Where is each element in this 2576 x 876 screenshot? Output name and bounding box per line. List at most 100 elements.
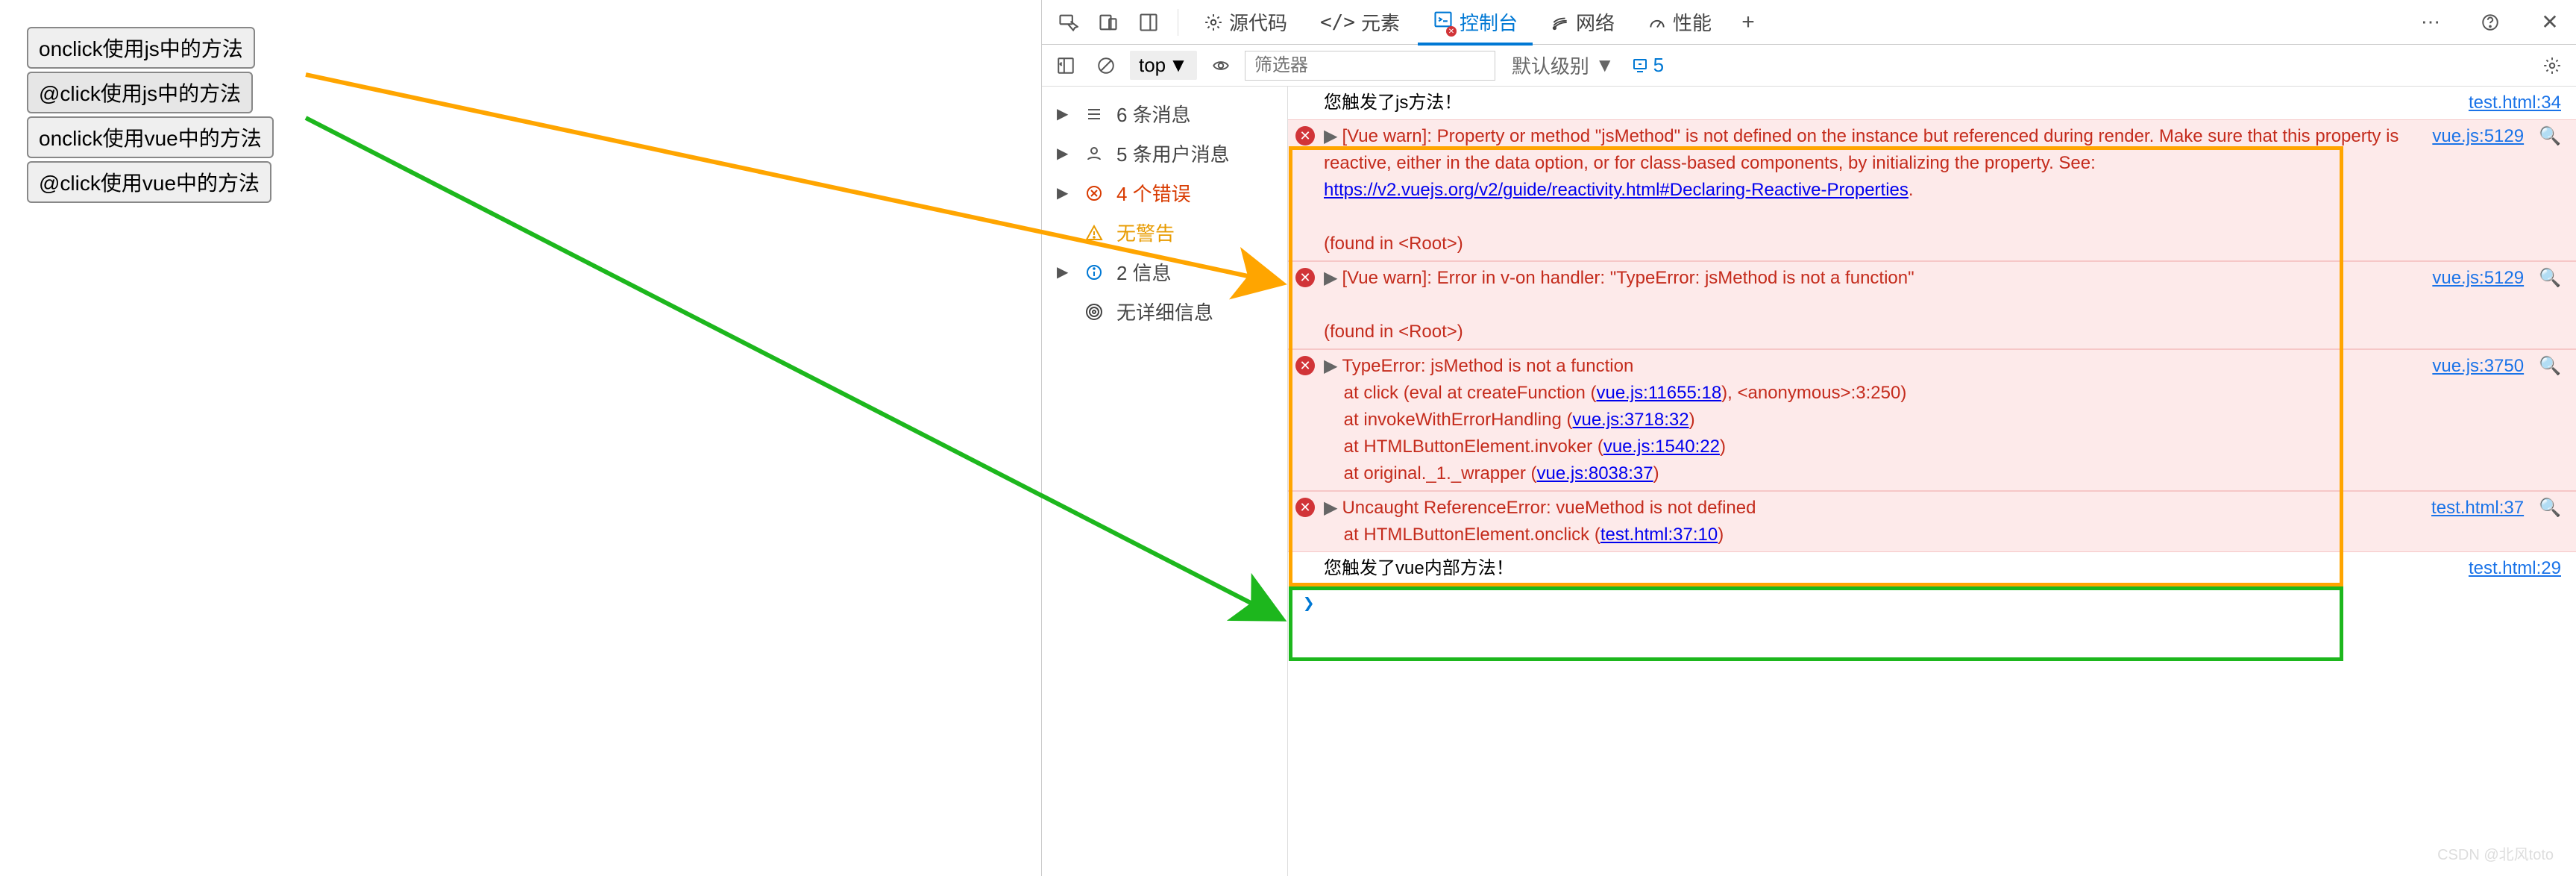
watermark: CSDN @北风toto <box>2437 842 2554 864</box>
context-label: top <box>1139 54 1166 77</box>
log-row-error: ✕ ▶Uncaught ReferenceError: vueMethod is… <box>1288 491 2576 552</box>
error-badge-icon: ✕ <box>1295 356 1315 375</box>
warning-icon <box>1082 224 1106 242</box>
expand-toggle[interactable]: ▶ <box>1324 498 1337 518</box>
log-row: 您触发了js方法！ test.html:34 <box>1288 87 2576 119</box>
issues-count: 5 <box>1653 54 1664 77</box>
stack-link[interactable]: vue.js:11655:18 <box>1596 383 1721 403</box>
log-row-error: ✕ ▶[Vue warn]: Error in v-on handler: "T… <box>1288 261 2576 349</box>
log-message: ▶Uncaught ReferenceError: vueMethod is n… <box>1324 495 2422 548</box>
filter-input[interactable] <box>1245 51 1495 81</box>
console-icon: ✕ <box>1433 9 1454 35</box>
console-filter-bar: top ▼ 默认级别 ▼ 5 <box>1042 45 2576 87</box>
devtools-tabs: 源代码 </> 元素 ✕ 控制台 网络 性能 + ⋯ ✕ <box>1042 0 2576 45</box>
log-message: ▶[Vue warn]: Property or method "jsMetho… <box>1324 123 2423 257</box>
stack-link[interactable]: vue.js:8038:37 <box>1536 463 1653 484</box>
btn-onclick-vue[interactable]: onclick使用vue中的方法 <box>27 116 274 158</box>
verbose-icon <box>1082 303 1106 321</box>
sidebar-errors-label: 4 个错误 <box>1116 179 1191 207</box>
btn-atclick-js[interactable]: @click使用js中的方法 <box>27 72 253 113</box>
log-source-link[interactable]: vue.js:5129 <box>2432 123 2524 150</box>
expand-arrow-icon: ▶ <box>1057 104 1072 123</box>
sidebar-user-label: 5 条用户消息 <box>1116 140 1230 167</box>
log-row-error: ✕ ▶[Vue warn]: Property or method "jsMet… <box>1288 119 2576 261</box>
expand-toggle[interactable]: ▶ <box>1324 268 1337 288</box>
error-badge-icon: ✕ <box>1295 126 1315 146</box>
info-icon <box>1082 263 1106 281</box>
console-settings-icon[interactable] <box>2536 49 2569 82</box>
tab-performance[interactable]: 性能 <box>1633 0 1727 45</box>
sidebar-warnings-label: 无警告 <box>1116 219 1175 246</box>
stack-link[interactable]: test.html:37:10 <box>1600 525 1718 545</box>
btn-atclick-vue[interactable]: @click使用vue中的方法 <box>27 161 271 203</box>
log-row: 您触发了vue内部方法！ test.html:29 <box>1288 552 2576 585</box>
sidebar-info[interactable]: ▶ 2 信息 <box>1042 252 1287 292</box>
tab-sources[interactable]: 源代码 <box>1189 0 1302 45</box>
inspect-icon[interactable] <box>1049 4 1087 41</box>
clear-console-icon[interactable] <box>1090 49 1122 82</box>
expand-arrow-icon: ▶ <box>1057 263 1072 281</box>
stack-link[interactable]: vue.js:3718:32 <box>1572 410 1688 430</box>
tab-elements-label: 元素 <box>1361 8 1400 36</box>
sidebar-messages-label: 6 条消息 <box>1116 100 1191 128</box>
add-tab-icon[interactable]: + <box>1730 4 1767 41</box>
tab-elements[interactable]: </> 元素 <box>1305 0 1415 45</box>
tab-network[interactable]: 网络 <box>1536 0 1630 45</box>
sidebar-toggle-icon[interactable] <box>1049 49 1082 82</box>
log-message: ▶[Vue warn]: Error in v-on handler: "Typ… <box>1324 265 2423 345</box>
sidebar-warnings[interactable]: 无警告 <box>1042 213 1287 252</box>
chevron-down-icon: ▼ <box>1595 54 1615 77</box>
log-message: 您触发了vue内部方法！ <box>1324 555 2460 582</box>
code-icon: </> <box>1320 11 1355 34</box>
stack-link[interactable]: vue.js:1540:22 <box>1603 437 1720 457</box>
doc-link[interactable]: https://v2.vuejs.org/v2/guide/reactivity… <box>1324 180 1909 200</box>
expand-toggle[interactable]: ▶ <box>1324 126 1337 146</box>
console-log-area[interactable]: 您触发了js方法！ test.html:34 ✕ ▶[Vue warn]: Pr… <box>1288 87 2576 876</box>
log-row-error: ✕ ▶TypeError: jsMethod is not a function… <box>1288 349 2576 491</box>
list-icon <box>1082 105 1106 123</box>
more-icon[interactable]: ⋯ <box>2412 4 2449 41</box>
log-source-link[interactable]: test.html:34 <box>2469 90 2561 116</box>
device-toggle-icon[interactable] <box>1090 4 1127 41</box>
log-source-link[interactable]: test.html:37 <box>2431 495 2524 522</box>
tab-network-label: 网络 <box>1576 8 1615 36</box>
user-icon <box>1082 145 1106 163</box>
sidebar-verbose-label: 无详细信息 <box>1116 298 1213 325</box>
chevron-down-icon: ▼ <box>1169 54 1188 77</box>
search-icon[interactable]: 🔍 <box>2539 353 2561 380</box>
tab-performance-label: 性能 <box>1673 8 1712 36</box>
search-icon[interactable]: 🔍 <box>2539 265 2561 292</box>
log-source-link[interactable]: vue.js:5129 <box>2432 265 2524 292</box>
live-expression-icon[interactable] <box>1204 49 1237 82</box>
issues-badge[interactable]: 5 <box>1631 54 1664 77</box>
sidebar-user-messages[interactable]: ▶ 5 条用户消息 <box>1042 134 1287 173</box>
sidebar-messages[interactable]: ▶ 6 条消息 <box>1042 94 1287 134</box>
log-source-link[interactable]: test.html:29 <box>2469 555 2561 582</box>
demo-buttons: onclick使用js中的方法 @click使用js中的方法 onclick使用… <box>27 27 274 206</box>
sidebar-errors[interactable]: ▶ 4 个错误 <box>1042 173 1287 213</box>
btn-onclick-js[interactable]: onclick使用js中的方法 <box>27 27 255 69</box>
log-level-label: 默认级别 <box>1512 51 1589 79</box>
log-message: ▶TypeError: jsMethod is not a function a… <box>1324 353 2423 487</box>
context-select[interactable]: top ▼ <box>1130 51 1197 80</box>
expand-toggle[interactable]: ▶ <box>1324 356 1337 376</box>
log-message: 您触发了js方法！ <box>1324 90 2460 116</box>
close-devtools-icon[interactable]: ✕ <box>2531 4 2569 41</box>
sidebar-info-label: 2 信息 <box>1116 258 1172 286</box>
devtools-panel: 源代码 </> 元素 ✕ 控制台 网络 性能 + ⋯ ✕ <box>1041 0 2576 876</box>
help-icon[interactable] <box>2472 4 2509 41</box>
search-icon[interactable]: 🔍 <box>2539 495 2561 522</box>
log-source-link[interactable]: vue.js:3750 <box>2432 353 2524 380</box>
tab-sources-label: 源代码 <box>1229 8 1287 36</box>
error-icon <box>1082 184 1106 202</box>
expand-arrow-icon: ▶ <box>1057 184 1072 202</box>
search-icon[interactable]: 🔍 <box>2539 123 2561 150</box>
tab-console-label: 控制台 <box>1460 8 1518 36</box>
log-level-select[interactable]: 默认级别 ▼ <box>1503 49 1624 82</box>
tab-console[interactable]: ✕ 控制台 <box>1418 0 1533 45</box>
dock-icon[interactable] <box>1130 4 1167 41</box>
console-prompt[interactable]: ❯ <box>1288 585 2576 622</box>
error-badge-icon: ✕ <box>1295 268 1315 287</box>
sidebar-verbose[interactable]: 无详细信息 <box>1042 292 1287 331</box>
console-main: ▶ 6 条消息 ▶ 5 条用户消息 ▶ 4 个错误 <box>1042 87 2576 876</box>
